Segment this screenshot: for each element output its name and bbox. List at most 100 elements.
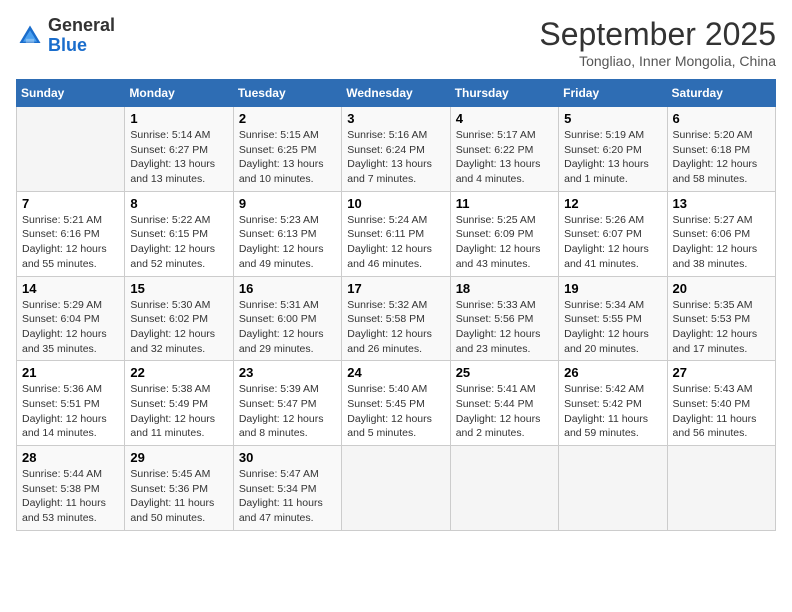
day-info: Sunrise: 5:21 AMSunset: 6:16 PMDaylight:… [22, 213, 119, 272]
calendar-cell: 29Sunrise: 5:45 AMSunset: 5:36 PMDayligh… [125, 446, 233, 531]
day-info: Sunrise: 5:41 AMSunset: 5:44 PMDaylight:… [456, 382, 553, 441]
day-info: Sunrise: 5:22 AMSunset: 6:15 PMDaylight:… [130, 213, 227, 272]
calendar-cell: 24 Sunrise: 5:40 AMSunset: 5:45 PMDayligh… [342, 361, 450, 446]
calendar-cell: 7 Sunrise: 5:21 AMSunset: 6:16 PMDaylight… [17, 191, 125, 276]
day-number: 3 [347, 111, 444, 126]
calendar-cell: 17 Sunrise: 5:32 AMSunset: 5:58 PMDayligh… [342, 276, 450, 361]
day-info: Sunrise: 5:19 AMSunset: 6:20 PMDaylight:… [564, 128, 661, 187]
day-info: Sunrise: 5:43 AMSunset: 5:40 PMDaylight:… [673, 382, 770, 441]
calendar-cell: 4Sunrise: 5:17 AMSunset: 6:22 PMDaylight… [450, 107, 558, 192]
day-info: Sunrise: 5:40 AMSunset: 5:45 PMDaylight:… [347, 382, 444, 441]
calendar-week-row: 21 Sunrise: 5:36 AMSunset: 5:51 PMDayligh… [17, 361, 776, 446]
calendar-cell: 28 Sunrise: 5:44 AMSunset: 5:38 PMDayligh… [17, 446, 125, 531]
day-number: 5 [564, 111, 661, 126]
day-info: Sunrise: 5:33 AMSunset: 5:56 PMDaylight:… [456, 298, 553, 357]
day-info: Sunrise: 5:24 AMSunset: 6:11 PMDaylight:… [347, 213, 444, 272]
calendar-cell: 8 Sunrise: 5:22 AMSunset: 6:15 PMDaylight… [125, 191, 233, 276]
day-number: 8 [130, 196, 227, 211]
calendar-cell [667, 446, 775, 531]
day-number: 22 [130, 365, 227, 380]
day-number: 17 [347, 281, 444, 296]
calendar-week-row: 28 Sunrise: 5:44 AMSunset: 5:38 PMDayligh… [17, 446, 776, 531]
day-number: 16 [239, 281, 336, 296]
calendar-cell: 23 Sunrise: 5:39 AMSunset: 5:47 PMDayligh… [233, 361, 341, 446]
logo-text: General Blue [48, 16, 115, 56]
day-number: 11 [456, 196, 553, 211]
day-info: Sunrise: 5:25 AMSunset: 6:09 PMDaylight:… [456, 213, 553, 272]
calendar-cell: 2 Sunrise: 5:15 AMSunset: 6:25 PMDaylight… [233, 107, 341, 192]
logo-icon [16, 22, 44, 50]
day-info: Sunrise: 5:29 AMSunset: 6:04 PMDaylight:… [22, 298, 119, 357]
calendar-cell [17, 107, 125, 192]
calendar-table: SundayMondayTuesdayWednesdayThursdayFrid… [16, 79, 776, 531]
calendar-cell: 19 Sunrise: 5:34 AMSunset: 5:55 PMDayligh… [559, 276, 667, 361]
title-block: September 2025 Tongliao, Inner Mongolia,… [539, 16, 776, 69]
day-number: 6 [673, 111, 770, 126]
day-info: Sunrise: 5:20 AMSunset: 6:18 PMDaylight:… [673, 128, 770, 187]
day-number: 18 [456, 281, 553, 296]
calendar-cell: 26 Sunrise: 5:42 AMSunset: 5:42 PMDayligh… [559, 361, 667, 446]
day-number: 15 [130, 281, 227, 296]
day-info: Sunrise: 5:44 AMSunset: 5:38 PMDaylight:… [22, 467, 119, 526]
day-number: 2 [239, 111, 336, 126]
calendar-cell: 5 Sunrise: 5:19 AMSunset: 6:20 PMDaylight… [559, 107, 667, 192]
day-info: Sunrise: 5:16 AMSunset: 6:24 PMDaylight:… [347, 128, 444, 187]
calendar-cell: 22 Sunrise: 5:38 AMSunset: 5:49 PMDayligh… [125, 361, 233, 446]
calendar-cell [450, 446, 558, 531]
day-info: Sunrise: 5:35 AMSunset: 5:53 PMDaylight:… [673, 298, 770, 357]
day-number: 26 [564, 365, 661, 380]
day-number: 7 [22, 196, 119, 211]
weekday-header-sunday: Sunday [17, 80, 125, 107]
day-number: 1 [130, 111, 227, 126]
calendar-cell: 9Sunrise: 5:23 AMSunset: 6:13 PMDaylight… [233, 191, 341, 276]
day-number: 30 [239, 450, 336, 465]
day-number: 10 [347, 196, 444, 211]
day-info: Sunrise: 5:39 AMSunset: 5:47 PMDaylight:… [239, 382, 336, 441]
day-number: 9 [239, 196, 336, 211]
day-number: 24 [347, 365, 444, 380]
calendar-cell: 30 Sunrise: 5:47 AMSunset: 5:34 PMDayligh… [233, 446, 341, 531]
day-number: 23 [239, 365, 336, 380]
calendar-week-row: 14Sunrise: 5:29 AMSunset: 6:04 PMDayligh… [17, 276, 776, 361]
calendar-cell: 10 Sunrise: 5:24 AMSunset: 6:11 PMDayligh… [342, 191, 450, 276]
weekday-header-saturday: Saturday [667, 80, 775, 107]
calendar-cell: 1Sunrise: 5:14 AMSunset: 6:27 PMDaylight… [125, 107, 233, 192]
logo-general: General [48, 15, 115, 35]
day-info: Sunrise: 5:27 AMSunset: 6:06 PMDaylight:… [673, 213, 770, 272]
calendar-cell: 14Sunrise: 5:29 AMSunset: 6:04 PMDayligh… [17, 276, 125, 361]
logo-blue: Blue [48, 35, 87, 55]
logo: General Blue [16, 16, 115, 56]
day-number: 27 [673, 365, 770, 380]
day-info: Sunrise: 5:32 AMSunset: 5:58 PMDaylight:… [347, 298, 444, 357]
day-info: Sunrise: 5:15 AMSunset: 6:25 PMDaylight:… [239, 128, 336, 187]
weekday-header-friday: Friday [559, 80, 667, 107]
day-info: Sunrise: 5:36 AMSunset: 5:51 PMDaylight:… [22, 382, 119, 441]
calendar-cell: 11 Sunrise: 5:25 AMSunset: 6:09 PMDayligh… [450, 191, 558, 276]
calendar-cell: 25 Sunrise: 5:41 AMSunset: 5:44 PMDayligh… [450, 361, 558, 446]
calendar-cell [559, 446, 667, 531]
day-number: 25 [456, 365, 553, 380]
day-info: Sunrise: 5:42 AMSunset: 5:42 PMDaylight:… [564, 382, 661, 441]
day-number: 21 [22, 365, 119, 380]
weekday-header-monday: Monday [125, 80, 233, 107]
day-number: 28 [22, 450, 119, 465]
calendar-cell: 6 Sunrise: 5:20 AMSunset: 6:18 PMDaylight… [667, 107, 775, 192]
calendar-cell: 3 Sunrise: 5:16 AMSunset: 6:24 PMDaylight… [342, 107, 450, 192]
day-number: 19 [564, 281, 661, 296]
day-info: Sunrise: 5:31 AMSunset: 6:00 PMDaylight:… [239, 298, 336, 357]
calendar-cell: 12Sunrise: 5:26 AMSunset: 6:07 PMDayligh… [559, 191, 667, 276]
calendar-cell: 20Sunrise: 5:35 AMSunset: 5:53 PMDayligh… [667, 276, 775, 361]
location: Tongliao, Inner Mongolia, China [539, 53, 776, 69]
month-title: September 2025 [539, 16, 776, 53]
weekday-header-wednesday: Wednesday [342, 80, 450, 107]
page-header: General Blue September 2025 Tongliao, In… [16, 16, 776, 69]
day-info: Sunrise: 5:34 AMSunset: 5:55 PMDaylight:… [564, 298, 661, 357]
day-info: Sunrise: 5:47 AMSunset: 5:34 PMDaylight:… [239, 467, 336, 526]
weekday-header-tuesday: Tuesday [233, 80, 341, 107]
day-info: Sunrise: 5:38 AMSunset: 5:49 PMDaylight:… [130, 382, 227, 441]
day-number: 13 [673, 196, 770, 211]
calendar-cell [342, 446, 450, 531]
calendar-cell: 13 Sunrise: 5:27 AMSunset: 6:06 PMDayligh… [667, 191, 775, 276]
calendar-week-row: 7 Sunrise: 5:21 AMSunset: 6:16 PMDaylight… [17, 191, 776, 276]
day-info: Sunrise: 5:26 AMSunset: 6:07 PMDaylight:… [564, 213, 661, 272]
